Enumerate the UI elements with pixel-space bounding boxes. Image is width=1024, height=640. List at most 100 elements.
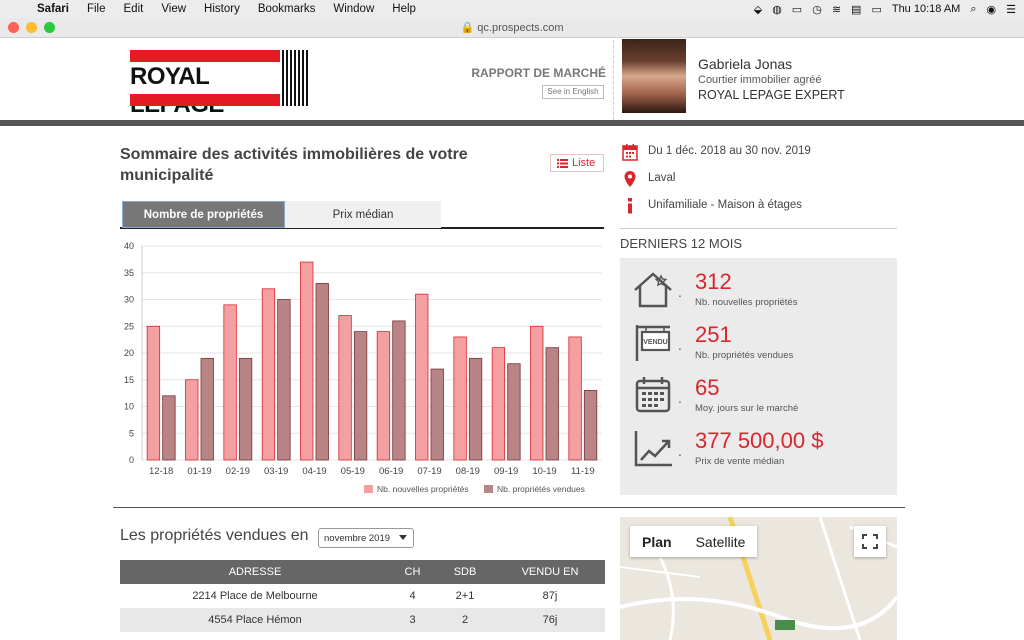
y-tick-label: 35 (124, 268, 134, 278)
url-text: qc.prospects.com (477, 22, 564, 34)
legend-label: Nb. propriétés vendues (497, 484, 585, 494)
bar-new-listings (146, 325, 161, 461)
cell-bedrooms: 4 (409, 590, 416, 602)
bar-new-listings (223, 304, 237, 461)
chevron-down-icon (399, 535, 407, 540)
menu-file[interactable]: File (78, 3, 115, 15)
cell-sold-in: 87j (542, 590, 558, 602)
header-bar (0, 120, 1024, 126)
stat-sold-value: 251 (695, 322, 732, 347)
sold-section-title: Les propriétés vendues en (120, 527, 309, 544)
bar-sold (238, 357, 253, 461)
cell-bathrooms: 2 (435, 608, 495, 632)
column-header-bedrooms[interactable]: CH (390, 560, 435, 584)
column-header-address[interactable]: ADRESSE (120, 560, 390, 584)
menu-history[interactable]: History (195, 3, 249, 15)
table-row[interactable]: 2214 Place de Melbourne 4 2+1 87j (120, 584, 605, 608)
browser-toolbar: 🔒 qc.prospects.com (0, 18, 1024, 38)
map-tab-satellite[interactable]: Satellite (684, 526, 758, 557)
accessibility-icon[interactable]: ◍ (772, 3, 782, 16)
stats-panel: . 312 Nb. nouvelles propriétés VENDU . 2… (620, 258, 897, 495)
see-in-english-button[interactable]: See in English (542, 85, 604, 99)
siri-icon[interactable]: ◉ (987, 3, 997, 16)
cell-sold-in: 76j (495, 608, 605, 632)
y-tick-label: 20 (124, 348, 134, 358)
month-select-value: novembre 2019 (324, 532, 391, 544)
bar-sold (200, 357, 214, 461)
x-tick-label: 02-19 (226, 466, 250, 477)
list-button-label: Liste (572, 157, 596, 169)
x-tick-label: 03-19 (264, 466, 288, 477)
y-tick-label: 30 (124, 295, 134, 305)
x-tick-label: 11-19 (571, 466, 595, 477)
x-tick-label: 05-19 (341, 466, 365, 477)
y-tick-label: 40 (124, 241, 134, 251)
address-bar[interactable]: 🔒 qc.prospects.com (0, 21, 1024, 34)
fullscreen-icon (862, 534, 878, 549)
stat-new-label: Nb. nouvelles propriétés (695, 297, 798, 308)
menu-bookmarks[interactable]: Bookmarks (249, 3, 325, 15)
stat-price-value: 377 500,00 $ (695, 428, 824, 453)
tab-median-price[interactable]: Prix médian (285, 201, 441, 228)
stat-price-label: Prix de vente médian (695, 456, 785, 467)
activity-bar-chart: 0 5 10 15 20 25 30 35 40 12-18 01-19 02-19 03-19 04-1… (124, 241, 602, 494)
dropbox-icon[interactable]: ⬙ (754, 3, 762, 16)
map-tab-plan[interactable]: Plan (630, 526, 684, 557)
bar-new-listings (453, 336, 467, 461)
report-page: ROYAL LEPAGE RAPPORT DE MARCHÉ See in En… (0, 38, 1024, 640)
header-divider (613, 40, 614, 120)
agent-agency: ROYAL LEPAGE EXPERT (698, 88, 845, 102)
menu-window[interactable]: Window (324, 3, 383, 15)
y-tick-label: 15 (124, 375, 134, 385)
notification-center-icon[interactable]: ☰ (1006, 3, 1016, 16)
y-tick-label: 0 (129, 455, 134, 465)
battery-icon[interactable]: ▭ (871, 3, 881, 16)
legend-swatch (364, 485, 373, 493)
legend-swatch (484, 485, 493, 493)
month-select[interactable]: novembre 2019 (318, 528, 414, 548)
list-button[interactable]: Liste (550, 154, 604, 172)
timemachine-icon[interactable]: ◷ (812, 3, 822, 16)
period-text: Du 1 déc. 2018 au 30 nov. 2019 (648, 145, 811, 157)
tab-number-properties[interactable]: Nombre de propriétés (122, 201, 285, 228)
bar-sold (315, 283, 329, 461)
agent-name: Gabriela Jonas (698, 56, 793, 72)
column-header-sold-in[interactable]: VENDU EN (495, 560, 605, 584)
menu-app[interactable]: Safari (28, 3, 78, 15)
bar-sold (507, 363, 521, 461)
wifi-icon[interactable]: ≋ (832, 3, 841, 16)
cell-address: 2214 Place de Melbourne (192, 590, 318, 602)
spotlight-icon[interactable]: ⌕ (970, 3, 976, 16)
bar-new-listings (185, 379, 199, 461)
summary-title: Sommaire des activités immobilières de v… (120, 146, 468, 184)
bar-new-listings (261, 288, 276, 461)
legend-label: Nb. nouvelles propriétés (377, 484, 469, 494)
bar-new-listings (568, 336, 582, 461)
calendar-icon (635, 377, 671, 413)
menu-view[interactable]: View (152, 3, 195, 15)
table-row[interactable]: 4554 Place Hémon 3 2 76j (120, 608, 605, 632)
bar-sold (468, 357, 483, 461)
x-tick-label: 12-18 (149, 466, 173, 477)
stat-new-properties: . 312 Nb. nouvelles propriétés (620, 266, 897, 321)
map-fullscreen-button[interactable] (854, 526, 886, 557)
clock[interactable]: Thu 10:18 AM (892, 3, 961, 15)
section-divider (113, 507, 905, 508)
royal-lepage-logo[interactable]: ROYAL LEPAGE (130, 50, 308, 118)
stat-days-label: Moy. jours sur le marché (695, 403, 799, 414)
chart-tabs: Nombre de propriétés Prix médian (120, 201, 604, 229)
stat-days-on-market: . 65 Moy. jours sur le marché (620, 372, 897, 427)
menu-help[interactable]: Help (383, 3, 425, 15)
airplay-icon[interactable]: ▭ (792, 3, 802, 16)
column-header-bathrooms[interactable]: SDB (435, 560, 495, 584)
bar-sold (162, 395, 176, 461)
y-tick-label: 25 (124, 321, 134, 331)
stat-sold-label: Nb. propriétés vendues (695, 350, 794, 361)
sold-sign-text: VENDU (643, 339, 668, 346)
input-source-flag-icon[interactable]: ▤ (851, 3, 861, 16)
stat-days-value: 65 (695, 375, 720, 400)
menu-edit[interactable]: Edit (115, 3, 153, 15)
x-tick-label: 04-19 (302, 466, 326, 477)
map-view[interactable]: Plan Satellite (620, 517, 897, 640)
x-tick-label: 01-19 (187, 466, 211, 477)
